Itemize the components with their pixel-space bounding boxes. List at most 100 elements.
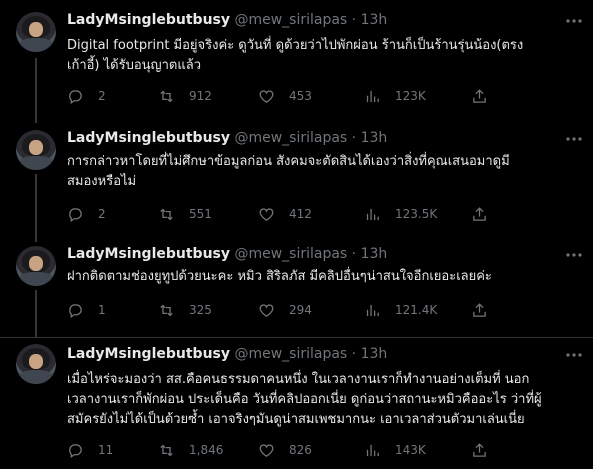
views-icon xyxy=(366,208,379,220)
share-button[interactable] xyxy=(471,86,488,106)
retweet-button[interactable]: 912 xyxy=(158,86,212,106)
views-button[interactable]: 143K xyxy=(364,440,426,460)
separator: · xyxy=(351,346,357,362)
retweet-icon xyxy=(160,208,173,220)
more-icon[interactable] xyxy=(565,11,583,31)
more-icon[interactable] xyxy=(565,345,583,365)
tweet-text: การกล่าวหาโดยที่ไม่ศึกษาข้อมูลก่อน สังคม… xyxy=(67,152,567,192)
timestamp[interactable]: 13h xyxy=(361,130,388,146)
avatar[interactable] xyxy=(16,130,56,170)
reply-icon xyxy=(69,89,82,104)
action-bar: 1 325 294 121.4K xyxy=(67,300,567,320)
like-button[interactable]: 412 xyxy=(258,204,312,224)
tweet-text-line: เวลางานเราก็พักผ่อน ประเด็นคือ วันที่คลิ… xyxy=(67,392,542,407)
tweet[interactable]: LadyMsinglebutbusy @mew_sirilapas · 13h … xyxy=(0,0,593,118)
action-bar: 2 551 412 123.5K xyxy=(67,204,567,224)
avatar[interactable] xyxy=(16,12,56,52)
reply-icon xyxy=(69,443,82,458)
tweet-header: LadyMsinglebutbusy @mew_sirilapas · 13h xyxy=(67,128,387,148)
display-name[interactable]: LadyMsinglebutbusy xyxy=(67,12,230,28)
handle[interactable]: @mew_sirilapas xyxy=(234,246,347,262)
separator: · xyxy=(351,246,357,262)
like-count: 453 xyxy=(289,89,312,103)
views-count: 123K xyxy=(395,89,426,103)
tweet-text: ฝากติดตามช่องยูทูปด้วยนะคะ หมิว สิริลภัส… xyxy=(67,267,567,287)
tweet-text-line: เก้าอี้) ได้รับอนุญาตแล้ว xyxy=(67,58,201,73)
share-button[interactable] xyxy=(471,440,488,460)
tweet-text-line: การกล่าวหาโดยที่ไม่ศึกษาข้อมูลก่อน สังคม… xyxy=(67,154,510,169)
like-button[interactable]: 826 xyxy=(258,440,312,460)
retweet-count: 912 xyxy=(189,89,212,103)
views-icon xyxy=(366,304,379,316)
reply-count: 2 xyxy=(98,89,106,103)
tweet-text-line: เมื่อไหร่จะมองว่า สส.คือคนธรรมดาคนหนึ่ง … xyxy=(67,372,530,387)
action-bar: 11 1,846 826 143K xyxy=(67,440,567,460)
action-bar: 2 912 453 123K xyxy=(67,86,567,106)
display-name[interactable]: LadyMsinglebutbusy xyxy=(67,246,230,262)
display-name[interactable]: LadyMsinglebutbusy xyxy=(67,130,230,146)
share-icon xyxy=(473,442,486,457)
tweet-header: LadyMsinglebutbusy @mew_sirilapas · 13h xyxy=(67,344,387,364)
avatar[interactable] xyxy=(16,246,56,286)
reply-icon xyxy=(69,303,82,318)
views-button[interactable]: 121.4K xyxy=(364,300,437,320)
retweet-icon xyxy=(160,304,173,316)
views-count: 123.5K xyxy=(395,207,438,221)
retweet-count: 1,846 xyxy=(189,443,224,457)
timestamp[interactable]: 13h xyxy=(361,12,388,28)
tweet[interactable]: LadyMsinglebutbusy @mew_sirilapas · 13h … xyxy=(0,118,593,236)
separator: · xyxy=(351,130,357,146)
share-icon xyxy=(473,88,486,103)
tweet[interactable]: LadyMsinglebutbusy @mew_sirilapas · 13h … xyxy=(0,334,593,469)
views-count: 121.4K xyxy=(395,303,438,317)
like-count: 294 xyxy=(289,303,312,317)
retweet-button[interactable]: 551 xyxy=(158,204,212,224)
reply-button[interactable]: 1 xyxy=(67,300,106,320)
retweet-button[interactable]: 1,846 xyxy=(158,440,223,460)
views-button[interactable]: 123K xyxy=(364,86,426,106)
retweet-icon xyxy=(160,444,173,456)
handle[interactable]: @mew_sirilapas xyxy=(234,12,347,28)
share-icon xyxy=(473,206,486,221)
reply-icon xyxy=(69,207,82,222)
reply-count: 2 xyxy=(98,207,106,221)
tweet-text: Digital footprint มีอยู่จริงค่ะ ดูวันที่… xyxy=(67,36,567,76)
reply-count: 1 xyxy=(98,303,106,317)
like-icon xyxy=(259,207,274,221)
tweet[interactable]: LadyMsinglebutbusy @mew_sirilapas · 13h … xyxy=(0,234,593,334)
timestamp[interactable]: 13h xyxy=(361,346,388,362)
like-count: 412 xyxy=(289,207,312,221)
more-icon[interactable] xyxy=(565,245,583,265)
display-name[interactable]: LadyMsinglebutbusy xyxy=(67,346,230,362)
tweet-text-line: Digital footprint มีอยู่จริงค่ะ ดูวันที่… xyxy=(67,38,524,53)
reply-count: 11 xyxy=(98,443,114,457)
like-button[interactable]: 453 xyxy=(258,86,312,106)
like-button[interactable]: 294 xyxy=(258,300,312,320)
views-icon xyxy=(366,444,379,456)
views-button[interactable]: 123.5K xyxy=(364,204,437,224)
like-count: 826 xyxy=(289,443,312,457)
tweet-header: LadyMsinglebutbusy @mew_sirilapas · 13h xyxy=(67,244,387,264)
retweet-count: 325 xyxy=(189,303,212,317)
divider xyxy=(0,337,593,338)
handle[interactable]: @mew_sirilapas xyxy=(234,346,347,362)
avatar[interactable] xyxy=(16,344,56,384)
retweet-button[interactable]: 325 xyxy=(158,300,212,320)
share-icon xyxy=(473,302,486,317)
timestamp[interactable]: 13h xyxy=(361,246,388,262)
reply-button[interactable]: 2 xyxy=(67,86,106,106)
views-icon xyxy=(366,90,379,102)
share-button[interactable] xyxy=(471,300,488,320)
handle[interactable]: @mew_sirilapas xyxy=(234,130,347,146)
more-icon[interactable] xyxy=(565,129,583,149)
tweet-header: LadyMsinglebutbusy @mew_sirilapas · 13h xyxy=(67,10,387,30)
tweet-text-line: สมัครยังไม่ได้เป็นด้วยซ้ำ เอาจริงๆมันดูน… xyxy=(67,412,525,427)
tweet-text-line: ฝากติดตามช่องยูทูปด้วยนะคะ หมิว สิริลภัส… xyxy=(67,269,492,284)
like-icon xyxy=(259,443,274,457)
like-icon xyxy=(259,89,274,103)
reply-button[interactable]: 2 xyxy=(67,204,106,224)
tweet-text-line: สมองหรือไม่ xyxy=(67,174,137,189)
reply-button[interactable]: 11 xyxy=(67,440,113,460)
tweet-text: เมื่อไหร่จะมองว่า สส.คือคนธรรมดาคนหนึ่ง … xyxy=(67,370,567,430)
share-button[interactable] xyxy=(471,204,488,224)
